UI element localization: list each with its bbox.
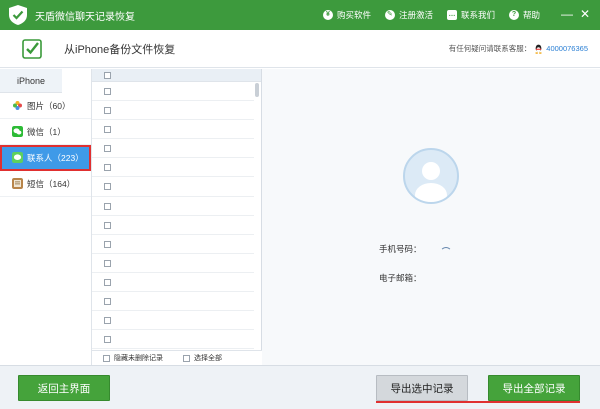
contact-detail-pane: 手机号码： 电子邮箱： xyxy=(262,69,600,365)
avatar xyxy=(403,148,459,204)
email-label: 电子邮箱： xyxy=(379,273,422,283)
row-checkbox[interactable] xyxy=(104,183,111,191)
list-item[interactable] xyxy=(92,235,254,254)
sidebar-item-sms[interactable]: 短信（164） xyxy=(0,171,91,197)
row-checkbox[interactable] xyxy=(104,164,111,172)
close-button[interactable]: ✕ xyxy=(576,6,594,22)
row-checkbox[interactable] xyxy=(104,107,111,115)
contacts-icon xyxy=(12,152,23,163)
hide-deleted-label: 隐藏未删除记录 xyxy=(114,355,163,362)
row-checkbox[interactable] xyxy=(104,88,111,95)
support-qq-link[interactable]: 4000076365 xyxy=(546,44,588,53)
row-checkbox[interactable] xyxy=(104,259,111,267)
row-checkbox[interactable] xyxy=(104,298,111,306)
list-item[interactable] xyxy=(92,197,254,216)
back-to-main-button[interactable]: 返回主界面 xyxy=(18,375,110,401)
row-checkbox[interactable] xyxy=(104,126,111,134)
list-item[interactable] xyxy=(92,139,254,159)
wechat-icon xyxy=(12,126,23,137)
hide-deleted-option[interactable]: 隐藏未删除记录 xyxy=(103,353,163,363)
list-item[interactable] xyxy=(92,216,254,235)
record-list-pane: 隐藏未删除记录 选择全部 xyxy=(92,69,262,365)
export-selected-button[interactable]: 导出选中记录 xyxy=(376,375,468,401)
qq-icon xyxy=(535,44,543,54)
key-icon: ✎ xyxy=(384,10,395,20)
list-footer: 隐藏未删除记录 选择全部 xyxy=(92,350,262,365)
device-tab[interactable]: iPhone xyxy=(0,69,62,93)
row-checkbox[interactable] xyxy=(104,202,111,210)
window-controls: — ✕ xyxy=(558,6,594,22)
chat-icon: … xyxy=(446,10,457,20)
top-actions: ¥ 购买软件 ✎ 注册激活 … 联系我们 ? 帮助 xyxy=(309,0,540,30)
row-checkbox[interactable] xyxy=(104,317,111,325)
sidebar-item-wechat[interactable]: 微信（1） xyxy=(0,119,91,145)
list-item[interactable] xyxy=(92,101,254,121)
highlight-underline xyxy=(376,401,580,403)
buy-software-link[interactable]: ¥ 购买软件 xyxy=(322,9,371,21)
row-checkbox[interactable] xyxy=(104,221,111,229)
sidebar-item-label: 短信（164） xyxy=(27,178,76,189)
help-icon: ? xyxy=(508,10,519,20)
cart-icon: ¥ xyxy=(322,10,333,20)
list-item[interactable] xyxy=(92,273,254,293)
support-info: 有任何疑问请联系客服： 4000076365 xyxy=(449,43,588,54)
sidebar-item-photos[interactable]: 图片（60） xyxy=(0,93,91,119)
header-checkbox[interactable] xyxy=(104,72,111,79)
register-activate-link[interactable]: ✎ 注册激活 xyxy=(384,9,433,21)
row-checkbox[interactable] xyxy=(104,336,111,344)
row-checkbox[interactable] xyxy=(104,145,111,153)
buy-software-label: 购买软件 xyxy=(336,10,371,20)
sidebar-item-contacts[interactable]: 联系人（223） xyxy=(0,145,91,171)
device-check-icon xyxy=(22,38,42,59)
select-all-option[interactable]: 选择全部 xyxy=(183,353,222,363)
hide-deleted-checkbox[interactable] xyxy=(103,354,110,362)
sidebar-item-label: 联系人（223） xyxy=(27,152,84,163)
list-item[interactable] xyxy=(92,330,254,350)
row-checkbox[interactable] xyxy=(104,278,111,286)
sidebar-item-label: 微信（1） xyxy=(27,126,66,137)
contact-us-label: 联系我们 xyxy=(460,10,495,20)
list-item[interactable] xyxy=(92,292,254,312)
page-title: 从iPhone备份文件恢复 xyxy=(64,43,176,56)
sidebar-item-label: 图片（60） xyxy=(27,100,71,111)
title-bar: 天盾微信聊天记录恢复 ¥ 购买软件 ✎ 注册激活 … 联系我们 ? 帮助 — ✕ xyxy=(0,0,600,30)
list-item[interactable] xyxy=(92,254,254,273)
select-all-checkbox[interactable] xyxy=(183,354,190,362)
help-label: 帮助 xyxy=(522,10,540,20)
support-text: 有任何疑问请联系客服： xyxy=(448,44,532,53)
category-sidebar: iPhone 图片（60） 微信（1） 联系人（223） 短信（164） xyxy=(0,69,92,365)
page-header: 从iPhone备份文件恢复 有任何疑问请联系客服： 4000076365 xyxy=(0,30,600,68)
list-item[interactable] xyxy=(92,120,254,140)
list-item[interactable] xyxy=(92,311,254,331)
select-all-label: 选择全部 xyxy=(194,355,222,362)
export-all-button[interactable]: 导出全部记录 xyxy=(488,375,580,401)
shield-check-icon xyxy=(9,5,27,25)
phone-label: 手机号码： xyxy=(379,244,422,254)
loading-spinner xyxy=(440,247,452,259)
list-item[interactable] xyxy=(92,177,254,197)
person-icon xyxy=(415,162,447,202)
list-header xyxy=(92,69,261,82)
list-item[interactable] xyxy=(92,158,254,178)
register-activate-label: 注册激活 xyxy=(398,10,433,20)
list-item[interactable] xyxy=(92,82,254,102)
help-link[interactable]: ? 帮助 xyxy=(508,9,540,21)
row-checkbox[interactable] xyxy=(104,240,111,248)
photos-icon xyxy=(13,101,22,110)
minimize-button[interactable]: — xyxy=(558,6,576,22)
app-title: 天盾微信聊天记录恢复 xyxy=(35,11,135,23)
list-scrollbar[interactable] xyxy=(255,83,259,97)
sms-icon xyxy=(12,178,23,189)
contact-us-link[interactable]: … 联系我们 xyxy=(446,9,495,21)
record-list xyxy=(92,82,254,350)
